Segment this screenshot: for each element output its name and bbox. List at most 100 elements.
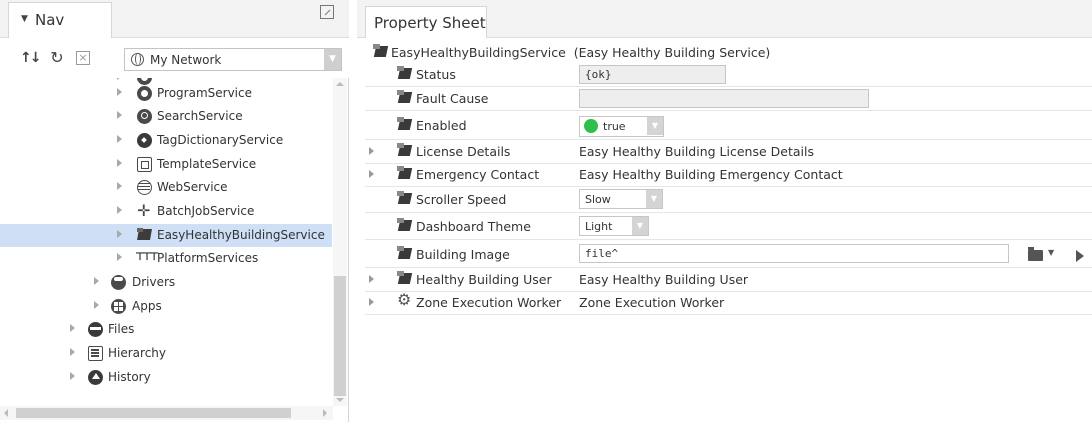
expand-icon[interactable] bbox=[117, 135, 122, 143]
expand-icon[interactable] bbox=[94, 277, 99, 285]
scroll-right-icon[interactable] bbox=[323, 409, 327, 417]
enabled-status-icon bbox=[584, 119, 598, 133]
tree-item-program-service[interactable]: ProgramService bbox=[0, 82, 332, 105]
tree-item-label: ProgramService bbox=[157, 86, 252, 100]
root-name: EasyHealthyBuildingService (Easy Healthy… bbox=[391, 45, 770, 60]
property-name: Fault Cause bbox=[416, 91, 489, 106]
scroll-left-icon[interactable] bbox=[4, 409, 8, 417]
folder-icon[interactable] bbox=[1028, 247, 1043, 261]
chevron-down-icon[interactable]: ▼ bbox=[1048, 248, 1054, 257]
tree-item-platform-services[interactable]: PlatformServices bbox=[0, 247, 332, 270]
expand-icon[interactable] bbox=[70, 324, 75, 332]
nav-tab[interactable]: ▼ Nav bbox=[8, 2, 112, 38]
scrollbar-thumb[interactable] bbox=[334, 276, 346, 396]
refresh-icon[interactable]: ↻ bbox=[49, 50, 65, 66]
expand-icon[interactable] bbox=[369, 147, 374, 155]
property-row-zone-execution-worker[interactable]: Zone Execution Worker Zone Execution Wor… bbox=[365, 290, 1092, 315]
nav-tree: ProgramService SearchService TagDictiona… bbox=[0, 78, 332, 408]
expand-icon[interactable] bbox=[70, 372, 75, 380]
tree-item-label: Drivers bbox=[132, 275, 176, 289]
scroller-speed-select[interactable]: Slow ▼ bbox=[579, 189, 663, 209]
tree-item-hierarchy[interactable]: Hierarchy bbox=[0, 342, 332, 365]
property-name: Building Image bbox=[416, 247, 510, 262]
sort-icon[interactable]: ↑↓ bbox=[20, 50, 41, 66]
platform-icon bbox=[135, 250, 156, 266]
scrollbar-thumb[interactable] bbox=[16, 408, 291, 418]
property-name: Healthy Building User bbox=[416, 272, 552, 287]
vertical-scrollbar[interactable] bbox=[333, 78, 347, 406]
status-value: {ok} bbox=[585, 68, 612, 81]
property-name: Enabled bbox=[416, 118, 467, 133]
maximize-icon[interactable] bbox=[320, 5, 334, 19]
nav-toolbar: ↑↓ ↻ × My Network ▼ bbox=[0, 38, 349, 78]
expand-icon[interactable] bbox=[117, 253, 122, 261]
expand-icon[interactable] bbox=[117, 78, 122, 80]
property-root-row[interactable]: EasyHealthyBuildingService (Easy Healthy… bbox=[365, 41, 1092, 65]
tree-item-files[interactable]: Files bbox=[0, 318, 332, 341]
expand-icon[interactable] bbox=[117, 88, 122, 96]
tree-item-web-service[interactable]: WebService bbox=[0, 176, 332, 199]
tree-item-label: TemplateService bbox=[157, 157, 257, 171]
component-icon bbox=[373, 44, 388, 59]
chevron-down-icon[interactable]: ▼ bbox=[632, 217, 648, 235]
expand-icon[interactable] bbox=[369, 298, 374, 306]
tree-item-batch-job-service[interactable]: BatchJobService bbox=[0, 200, 332, 223]
tree-item-apps[interactable]: Apps bbox=[0, 295, 332, 318]
network-select-label: My Network bbox=[150, 53, 222, 67]
tree-item-history[interactable]: History bbox=[0, 366, 332, 389]
tree-item-tag-dictionary-service[interactable]: TagDictionaryService bbox=[0, 129, 332, 152]
property-value: Easy Healthy Building Emergency Contact bbox=[579, 167, 843, 182]
expand-icon[interactable] bbox=[70, 348, 75, 356]
tree-item-drivers[interactable]: Drivers bbox=[0, 271, 332, 294]
property-row-building-image[interactable]: Building Image file^ ▼ bbox=[365, 240, 1092, 268]
expand-icon[interactable] bbox=[117, 230, 122, 238]
expand-icon[interactable] bbox=[369, 170, 374, 178]
property-row-dashboard-theme[interactable]: Dashboard Theme Light ▼ bbox=[365, 213, 1092, 240]
tree-item-label: WebService bbox=[157, 180, 228, 194]
enabled-select[interactable]: true ▼ bbox=[579, 116, 664, 137]
play-icon[interactable] bbox=[1076, 250, 1084, 262]
scroll-up-icon[interactable] bbox=[336, 82, 344, 86]
property-sheet: EasyHealthyBuildingService (Easy Healthy… bbox=[365, 41, 1092, 321]
caret-down-icon[interactable]: ▼ bbox=[21, 14, 28, 24]
component-icon bbox=[397, 117, 412, 132]
nav-title: Nav bbox=[35, 11, 65, 29]
tab-property-sheet[interactable]: Property Sheet bbox=[365, 6, 487, 38]
property-row-enabled[interactable]: Enabled true ▼ bbox=[365, 111, 1092, 140]
files-icon bbox=[88, 322, 103, 337]
property-name: Emergency Contact bbox=[416, 167, 540, 182]
chevron-down-icon[interactable]: ▼ bbox=[646, 190, 662, 208]
component-icon bbox=[397, 90, 412, 105]
property-value: Easy Healthy Building License Details bbox=[579, 144, 814, 159]
expand-icon[interactable] bbox=[94, 301, 99, 309]
chevron-down-icon[interactable]: ▼ bbox=[647, 117, 663, 135]
property-sheet-header: Property Sheet bbox=[357, 0, 1092, 38]
expand-icon[interactable] bbox=[117, 111, 122, 119]
globe-icon bbox=[131, 53, 144, 66]
tree-item-label: PlatformServices bbox=[157, 251, 259, 265]
property-row-license-details[interactable]: License Details Easy Healthy Building Li… bbox=[365, 140, 1092, 164]
horizontal-scrollbar[interactable] bbox=[0, 406, 333, 420]
expand-icon[interactable] bbox=[117, 206, 122, 214]
property-row-status[interactable]: Status {ok} bbox=[365, 63, 1092, 87]
property-row-healthy-building-user[interactable]: Healthy Building User Easy Healthy Build… bbox=[365, 268, 1092, 292]
network-select[interactable]: My Network ▼ bbox=[124, 48, 342, 71]
tree-item-search-service[interactable]: SearchService bbox=[0, 105, 332, 128]
building-image-value: file^ bbox=[585, 247, 619, 260]
expand-icon[interactable] bbox=[117, 159, 122, 167]
chevron-down-icon[interactable]: ▼ bbox=[324, 49, 341, 70]
expand-icon[interactable] bbox=[369, 275, 374, 283]
building-image-input[interactable]: file^ bbox=[579, 244, 1009, 263]
tree-item-easy-healthy-building-service[interactable]: EasyHealthyBuildingService bbox=[0, 224, 332, 247]
scroll-down-icon[interactable] bbox=[336, 398, 344, 402]
expand-icon[interactable] bbox=[117, 182, 122, 190]
property-row-fault-cause[interactable]: Fault Cause bbox=[365, 87, 1092, 111]
tree-item-template-service[interactable]: TemplateService bbox=[0, 153, 332, 176]
tree-item-label: Apps bbox=[132, 299, 162, 313]
component-icon bbox=[397, 166, 412, 181]
dashboard-theme-select[interactable]: Light ▼ bbox=[579, 216, 649, 236]
property-row-scroller-speed[interactable]: Scroller Speed Slow ▼ bbox=[365, 186, 1092, 213]
gear-icon bbox=[397, 290, 412, 309]
close-icon[interactable]: × bbox=[76, 51, 90, 65]
property-row-emergency-contact[interactable]: Emergency Contact Easy Healthy Building … bbox=[365, 163, 1092, 187]
